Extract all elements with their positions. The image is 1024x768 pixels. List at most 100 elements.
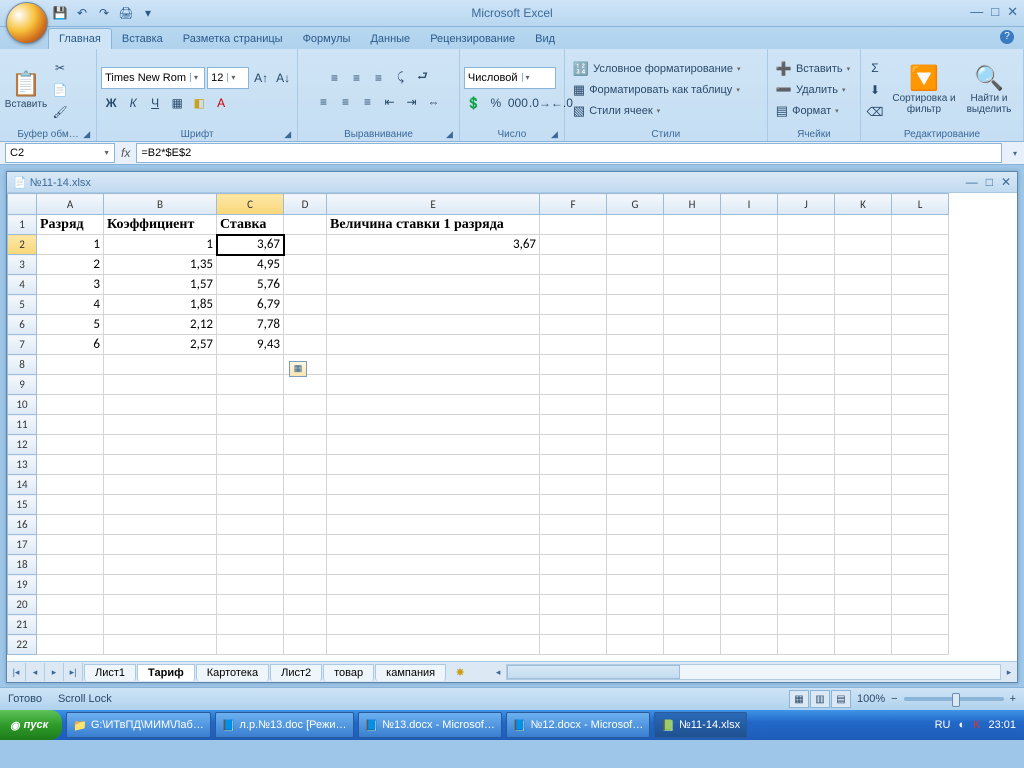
cell[interactable] (540, 315, 607, 335)
row-header[interactable]: 22 (8, 635, 37, 655)
row-header[interactable]: 14 (8, 475, 37, 495)
cell[interactable]: 4,95 (217, 255, 284, 275)
cell[interactable]: Разряд (37, 215, 104, 235)
tab-view[interactable]: Вид (525, 29, 565, 49)
font-name-combo[interactable]: Times New Rom▾ (101, 67, 205, 89)
cell[interactable] (540, 375, 607, 395)
cell[interactable] (721, 375, 778, 395)
cell[interactable] (664, 635, 721, 655)
col-header[interactable]: I (721, 194, 778, 215)
cell[interactable] (607, 435, 664, 455)
cell[interactable]: 5 (37, 315, 104, 335)
cell[interactable]: 9,43 (217, 335, 284, 355)
cell[interactable] (104, 595, 217, 615)
cell[interactable] (778, 355, 835, 375)
cell[interactable] (607, 235, 664, 255)
cell[interactable] (540, 475, 607, 495)
cell[interactable] (284, 535, 327, 555)
cell[interactable] (327, 615, 540, 635)
cell[interactable] (607, 495, 664, 515)
cell[interactable]: 6,79 (217, 295, 284, 315)
cell[interactable] (607, 355, 664, 375)
cell[interactable] (327, 315, 540, 335)
cell[interactable] (607, 315, 664, 335)
cell[interactable] (892, 555, 949, 575)
formula-expand-icon[interactable]: ▾ (1006, 149, 1024, 158)
cell[interactable] (835, 475, 892, 495)
cell[interactable] (540, 455, 607, 475)
cell[interactable] (778, 495, 835, 515)
cell[interactable] (607, 555, 664, 575)
indent-dec-icon[interactable]: ⇤ (380, 92, 400, 112)
delete-cells-button[interactable]: ➖Удалить▾ (772, 80, 850, 100)
cell[interactable] (217, 515, 284, 535)
cell[interactable] (664, 395, 721, 415)
cell[interactable] (892, 215, 949, 235)
cell[interactable] (607, 295, 664, 315)
cell[interactable] (104, 575, 217, 595)
cell[interactable] (607, 275, 664, 295)
tab-page-layout[interactable]: Разметка страницы (173, 29, 293, 49)
cell[interactable] (37, 515, 104, 535)
tab-nav-prev-icon[interactable]: ◂ (26, 663, 45, 681)
col-header[interactable]: C (217, 194, 284, 215)
cell[interactable] (892, 615, 949, 635)
cell[interactable] (327, 475, 540, 495)
col-header[interactable]: A (37, 194, 104, 215)
cell[interactable] (835, 335, 892, 355)
cell[interactable] (721, 615, 778, 635)
align-bottom-icon[interactable]: ≡ (369, 68, 389, 88)
cell[interactable] (540, 395, 607, 415)
cell[interactable] (835, 215, 892, 235)
sort-filter-button[interactable]: 🔽 Сортировка и фильтр (891, 57, 957, 123)
cell[interactable] (540, 575, 607, 595)
sheet-tab[interactable]: Лист2 (270, 664, 322, 681)
italic-button[interactable]: К (123, 93, 143, 113)
col-header[interactable]: J (778, 194, 835, 215)
sheet-tab[interactable]: Картотека (196, 664, 269, 681)
sheet-tab[interactable]: Лист1 (84, 664, 136, 681)
conditional-format-button[interactable]: 🔢Условное форматирование▾ (569, 59, 745, 79)
cell[interactable] (778, 315, 835, 335)
percent-icon[interactable]: % (486, 93, 506, 113)
cell[interactable] (664, 455, 721, 475)
zoom-level[interactable]: 100% (857, 693, 885, 705)
cell[interactable] (721, 355, 778, 375)
zoom-out-button[interactable]: − (891, 693, 897, 705)
cell[interactable] (721, 475, 778, 495)
cell[interactable] (540, 295, 607, 315)
cell[interactable]: 4 (37, 295, 104, 315)
cell[interactable] (284, 395, 327, 415)
redo-icon[interactable]: ↷ (96, 5, 112, 21)
cell[interactable] (37, 395, 104, 415)
cell[interactable] (607, 635, 664, 655)
row-header[interactable]: 9 (8, 375, 37, 395)
cell[interactable] (284, 255, 327, 275)
cell[interactable] (327, 555, 540, 575)
cell[interactable] (778, 475, 835, 495)
format-as-table-button[interactable]: ▦Форматировать как таблицу▾ (569, 80, 744, 100)
cell[interactable] (835, 575, 892, 595)
wb-minimize-button[interactable]: — (966, 175, 978, 189)
cell[interactable] (540, 555, 607, 575)
cell[interactable] (284, 295, 327, 315)
row-header[interactable]: 7 (8, 335, 37, 355)
align-right-icon[interactable]: ≡ (358, 92, 378, 112)
cell[interactable] (37, 575, 104, 595)
col-header[interactable]: H (664, 194, 721, 215)
cell[interactable] (327, 355, 540, 375)
format-cells-button[interactable]: ▤Формат▾ (772, 101, 843, 121)
bold-button[interactable]: Ж (101, 93, 121, 113)
cell[interactable] (104, 455, 217, 475)
cell[interactable]: 1 (37, 235, 104, 255)
cell[interactable] (664, 235, 721, 255)
cell[interactable] (721, 455, 778, 475)
wrap-text-icon[interactable]: ⮐ (413, 68, 433, 88)
tab-nav-first-icon[interactable]: |◂ (7, 663, 26, 681)
cell[interactable] (607, 475, 664, 495)
cell[interactable] (664, 535, 721, 555)
zoom-slider[interactable] (904, 697, 1004, 701)
cell[interactable] (778, 275, 835, 295)
inc-decimal-icon[interactable]: .0→ (530, 93, 550, 113)
cell[interactable] (664, 495, 721, 515)
